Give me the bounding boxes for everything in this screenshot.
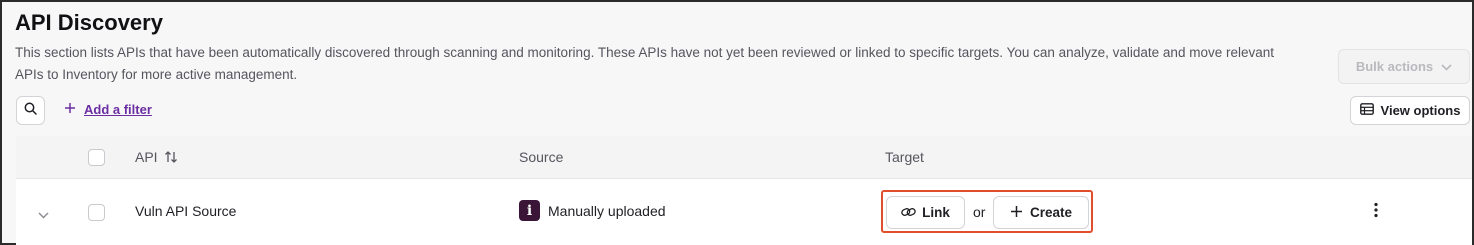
source-type-icon: i	[519, 200, 540, 221]
chevron-down-icon	[1441, 59, 1452, 74]
column-header-target: Target	[885, 149, 924, 165]
plus-icon	[1010, 205, 1023, 221]
search-button[interactable]	[16, 96, 45, 125]
page-title: API Discovery	[15, 10, 163, 35]
create-button-label: Create	[1029, 205, 1073, 220]
select-all-checkbox[interactable]	[88, 149, 105, 166]
column-header-source: Source	[519, 149, 564, 165]
bulk-actions-button[interactable]: Bulk actions	[1338, 49, 1470, 84]
api-name[interactable]: Vuln API Source	[135, 203, 236, 219]
or-separator: or	[973, 204, 986, 220]
more-options-icon[interactable]	[1373, 202, 1379, 223]
row-checkbox[interactable]	[88, 204, 105, 221]
view-options-label: View options	[1380, 103, 1461, 118]
link-button-label: Link	[922, 205, 950, 220]
plus-icon	[64, 102, 76, 117]
table-view-icon	[1359, 103, 1374, 118]
add-filter-label: Add a filter	[84, 102, 152, 117]
link-icon	[901, 205, 916, 220]
bulk-actions-label: Bulk actions	[1355, 59, 1434, 74]
api-table: API Source Target Vuln API Source i Manu…	[16, 136, 1472, 245]
link-button[interactable]: Link	[886, 196, 965, 229]
column-header-api[interactable]: API	[135, 149, 158, 165]
expand-row-chevron-icon[interactable]	[38, 206, 49, 224]
page-description: This section lists APIs that have been a…	[15, 45, 1274, 82]
search-icon	[24, 102, 37, 120]
create-button[interactable]: Create	[993, 196, 1089, 229]
add-filter-link[interactable]: Add a filter	[64, 102, 152, 117]
api-discovery-panel: API Discovery This section lists APIs th…	[0, 0, 1474, 245]
table-header: API Source Target	[16, 136, 1472, 179]
target-actions-highlight: Link or Create	[881, 190, 1093, 233]
view-options-button[interactable]: View options	[1350, 96, 1470, 125]
source-label: Manually uploaded	[548, 203, 666, 219]
sort-icon[interactable]	[164, 150, 178, 169]
